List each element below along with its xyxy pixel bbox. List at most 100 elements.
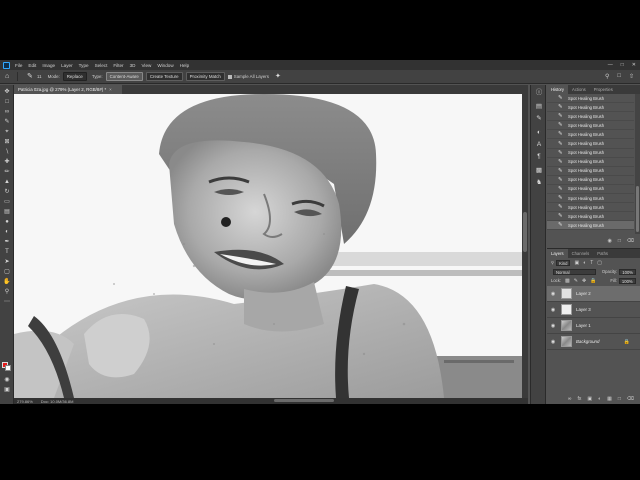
search-icon[interactable]: ⚲	[605, 73, 609, 80]
history-item[interactable]: ✎ Spot Healing Brush	[547, 94, 634, 104]
history-item[interactable]: ✎ Spot Healing Brush	[547, 185, 634, 195]
sample-all-layers-checkbox[interactable]	[227, 74, 232, 79]
filter-shape-icon[interactable]: ▢	[597, 260, 602, 266]
canvas-horizontal-scrollbar[interactable]	[274, 399, 334, 402]
tab-channels[interactable]: Channels	[568, 249, 594, 258]
eye-icon[interactable]: ◉	[550, 339, 556, 345]
history-item[interactable]: ✎ Spot Healing Brush	[547, 121, 634, 131]
new-document-icon[interactable]: □	[618, 238, 621, 244]
layer-style-icon[interactable]: fx	[578, 396, 582, 402]
scroll-thumb[interactable]	[523, 212, 527, 252]
layer-row-layer-2[interactable]: ◉ Layer 2	[547, 286, 640, 302]
swatches-icon[interactable]: ▩	[535, 167, 543, 175]
new-group-icon[interactable]: ▦	[607, 396, 612, 402]
clone-source-icon[interactable]: ♞	[535, 179, 543, 187]
brush-tool-icon[interactable]: ✏	[3, 169, 11, 176]
history-item-current[interactable]: ✎ Spot Healing Brush	[547, 221, 634, 231]
dodge-tool-icon[interactable]: ◐	[3, 229, 11, 236]
blend-mode-dropdown[interactable]: Normal	[553, 268, 596, 275]
filter-type-icon[interactable]: T	[590, 260, 593, 266]
history-item[interactable]: ✎ Spot Healing Brush	[547, 167, 634, 176]
layer-kind-dropdown[interactable]: Kind	[556, 259, 571, 266]
lock-transparent-icon[interactable]: ▩	[565, 278, 570, 284]
type-create-texture-button[interactable]: Create Texture	[145, 72, 183, 81]
menu-type[interactable]: Type	[79, 63, 89, 68]
type-tool-icon[interactable]: T	[3, 249, 11, 256]
brush-settings-icon[interactable]: ✎	[535, 115, 543, 123]
trash-icon[interactable]: ⌫	[627, 238, 634, 244]
clone-stamp-tool-icon[interactable]: ▲	[3, 179, 11, 186]
history-scroll-thumb[interactable]	[636, 186, 639, 232]
menu-layer[interactable]: Layer	[61, 63, 73, 68]
history-item[interactable]: ✎ Spot Healing Brush	[547, 194, 634, 204]
menu-view[interactable]: View	[141, 63, 151, 68]
lock-image-icon[interactable]: ✎	[574, 278, 578, 284]
eye-icon[interactable]: ◉	[550, 323, 556, 329]
lock-position-icon[interactable]: ✥	[582, 278, 586, 284]
move-tool-icon[interactable]: ✥	[3, 89, 11, 96]
filter-adjustment-icon[interactable]: ◐	[583, 260, 586, 266]
tab-layers[interactable]: Layers	[547, 249, 568, 258]
maximize-button[interactable]: □	[621, 61, 624, 69]
history-item[interactable]: ✎ Spot Healing Brush	[547, 176, 634, 185]
screen-mode-icon[interactable]: ▣	[3, 387, 11, 394]
eye-icon[interactable]: ◉	[550, 291, 556, 297]
minimize-button[interactable]: —	[608, 61, 613, 69]
tab-history[interactable]: History	[547, 85, 569, 94]
lasso-tool-icon[interactable]: ∞	[3, 109, 11, 116]
opacity-input[interactable]: 100%	[619, 268, 636, 275]
hand-tool-icon[interactable]: ✋	[3, 279, 11, 286]
share-icon[interactable]: ⇧	[629, 73, 634, 80]
menu-window[interactable]: Window	[157, 63, 173, 68]
canvas-vertical-scrollbar[interactable]	[522, 94, 528, 398]
eyedropper-tool-icon[interactable]: ∖	[3, 149, 11, 156]
document-tab[interactable]: Patricia 02a.jpg @ 279% (Layer 2, RGB/8#…	[14, 85, 122, 94]
history-item[interactable]: ✎ Spot Healing Brush	[547, 212, 634, 222]
add-mask-icon[interactable]: ▣	[587, 396, 592, 402]
delete-layer-icon[interactable]: ⌫	[627, 396, 634, 402]
home-icon[interactable]: ⌂	[5, 73, 13, 81]
layer-row-layer-3[interactable]: ◉ Layer 3	[547, 302, 640, 318]
menu-file[interactable]: File	[15, 63, 22, 68]
adjustment-layer-icon[interactable]: ◐	[598, 396, 601, 402]
zoom-tool-icon[interactable]: ⚲	[3, 289, 11, 296]
pressure-size-icon[interactable]: ✦	[275, 73, 283, 81]
history-item[interactable]: ✎ Spot Healing Brush	[547, 112, 634, 122]
history-item[interactable]: ✎ Spot Healing Brush	[547, 139, 634, 149]
gradient-tool-icon[interactable]: ▤	[3, 209, 11, 216]
lock-all-icon[interactable]: 🔒	[590, 278, 596, 284]
menu-3d[interactable]: 3D	[130, 63, 136, 68]
close-tab-icon[interactable]: ×	[109, 87, 112, 92]
pen-tool-icon[interactable]: ✒	[3, 239, 11, 246]
history-item[interactable]: ✎ Spot Healing Brush	[547, 130, 634, 140]
menu-edit[interactable]: Edit	[28, 63, 36, 68]
tab-paths[interactable]: Paths	[593, 249, 612, 258]
adjustments-icon[interactable]: ◐	[535, 129, 543, 137]
mode-dropdown[interactable]: Replace	[62, 72, 87, 81]
canvas-area[interactable]	[14, 94, 528, 398]
spot-healing-brush-icon[interactable]: ✎	[27, 73, 35, 81]
layer-row-background[interactable]: ◉ Background 🔒	[547, 334, 640, 350]
photoshop-logo-icon[interactable]	[3, 61, 10, 69]
history-item[interactable]: ✎ Spot Healing Brush	[547, 158, 634, 167]
doc-size-info[interactable]: Doc: 10.0M/36.8M	[41, 399, 74, 404]
fill-input[interactable]: 100%	[618, 277, 636, 284]
menu-select[interactable]: Select	[95, 63, 108, 68]
path-select-tool-icon[interactable]: ➤	[3, 259, 11, 266]
document-canvas[interactable]	[14, 94, 522, 398]
frame-tool-icon[interactable]: ⊠	[3, 139, 11, 146]
history-brush-tool-icon[interactable]: ↻	[3, 189, 11, 196]
history-item[interactable]: ✎ Spot Healing Brush	[547, 103, 634, 113]
brush-size-value[interactable]: 11	[37, 74, 42, 79]
link-layers-icon[interactable]: ∞	[568, 396, 572, 402]
history-item[interactable]: ✎ Spot Healing Brush	[547, 149, 634, 158]
history-item[interactable]: ✎ Spot Healing Brush	[547, 203, 634, 213]
quick-select-tool-icon[interactable]: ✎	[3, 119, 11, 126]
marquee-tool-icon[interactable]: □	[3, 99, 11, 106]
close-button[interactable]: ✕	[632, 61, 636, 69]
zoom-level[interactable]: 279.86%	[17, 399, 33, 404]
tab-actions[interactable]: Actions	[568, 85, 590, 94]
workspace-icon[interactable]: □	[617, 73, 621, 80]
camera-snapshot-icon[interactable]: ◉	[608, 238, 612, 244]
menu-help[interactable]: Help	[180, 63, 189, 68]
